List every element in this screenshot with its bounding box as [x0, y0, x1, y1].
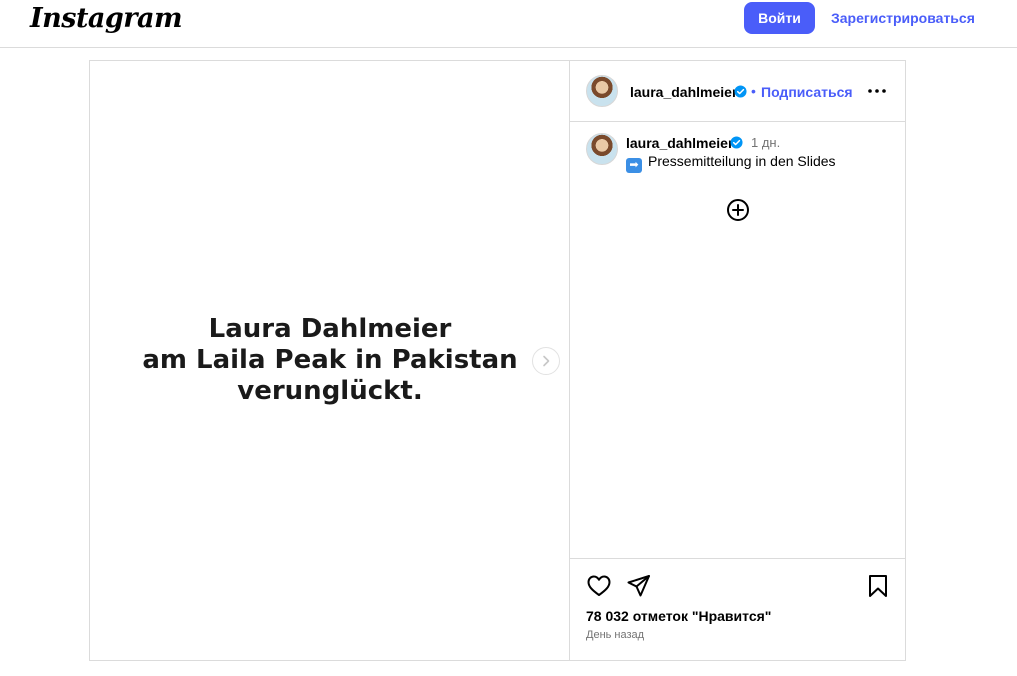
post-header: laura_dahlmeier • Подписаться	[570, 61, 905, 122]
chevron-right-icon	[543, 355, 550, 367]
bookmark-icon[interactable]	[865, 573, 891, 599]
share-icon[interactable]	[626, 573, 652, 599]
slide-text: Laura Dahlmeier am Laila Peak in Pakista…	[90, 314, 570, 407]
post-media[interactable]: Laura Dahlmeier am Laila Peak in Pakista…	[90, 61, 570, 660]
post-date[interactable]: День назад	[586, 629, 644, 641]
login-button[interactable]: Войти	[744, 2, 815, 34]
post-container: Laura Dahlmeier am Laila Peak in Pakista…	[89, 60, 906, 661]
more-options-icon[interactable]	[866, 81, 888, 101]
slide-text-line-1: Laura Dahlmeier	[208, 314, 452, 344]
verified-badge-icon	[734, 85, 747, 98]
post-sidebar: laura_dahlmeier • Подписаться laura_dahl…	[570, 61, 905, 660]
verified-badge-icon	[730, 136, 743, 149]
caption-timestamp[interactable]: 1 дн.	[751, 135, 780, 150]
caption-body: Pressemitteilung in den Slides	[648, 153, 836, 169]
caption-avatar[interactable]	[586, 133, 618, 165]
signup-link[interactable]: Зарегистрироваться	[831, 10, 975, 26]
caption-text: ➡ Pressemitteilung in den Slides	[626, 153, 836, 173]
caption-username[interactable]: laura_dahlmeier	[626, 135, 733, 151]
likes-count[interactable]: 78 032 отметок "Нравится"	[586, 608, 771, 624]
top-navigation: Instagram Войти Зарегистрироваться	[0, 0, 1017, 48]
next-slide-button[interactable]	[532, 347, 560, 375]
slide-text-line-2: am Laila Peak in Pakistan	[142, 345, 518, 375]
instagram-logo[interactable]: Instagram	[30, 3, 183, 34]
load-more-comments-icon[interactable]	[726, 198, 750, 222]
right-arrow-emoji-icon: ➡	[626, 158, 642, 173]
follow-button[interactable]: Подписаться	[761, 84, 853, 100]
slide-text-line-3: verunglückt.	[237, 376, 423, 406]
header-username[interactable]: laura_dahlmeier	[630, 84, 737, 100]
avatar[interactable]	[586, 75, 618, 107]
separator-dot: •	[751, 83, 756, 99]
post-actions: 78 032 отметок "Нравится" День назад	[570, 558, 905, 660]
heart-icon[interactable]	[586, 573, 612, 599]
